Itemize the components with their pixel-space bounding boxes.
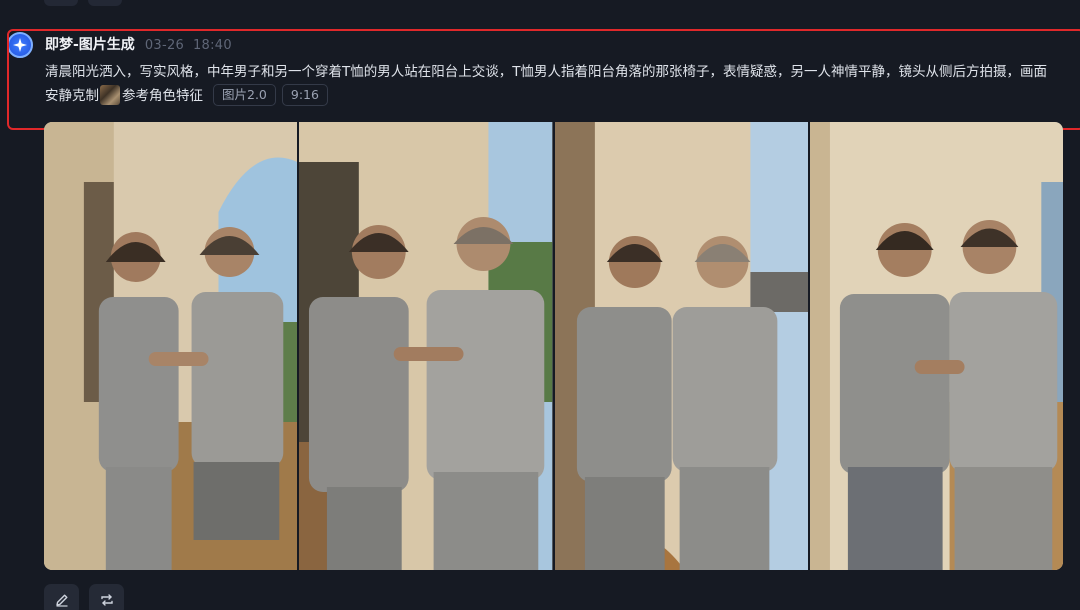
generated-image-grid [44, 122, 1063, 570]
generated-image-1[interactable] [44, 122, 298, 570]
generated-image-2[interactable] [299, 122, 553, 570]
previous-action-button[interactable] [44, 0, 78, 6]
message-actions [44, 584, 124, 610]
previous-action-button-2[interactable] [88, 0, 122, 6]
highlight-annotation-box [7, 29, 1080, 130]
regenerate-button[interactable] [89, 584, 124, 610]
generated-image-3[interactable] [554, 122, 808, 570]
edit-button[interactable] [44, 584, 79, 610]
repeat-icon [100, 594, 113, 606]
generated-image-4[interactable] [809, 122, 1063, 570]
pencil-icon [55, 594, 67, 607]
